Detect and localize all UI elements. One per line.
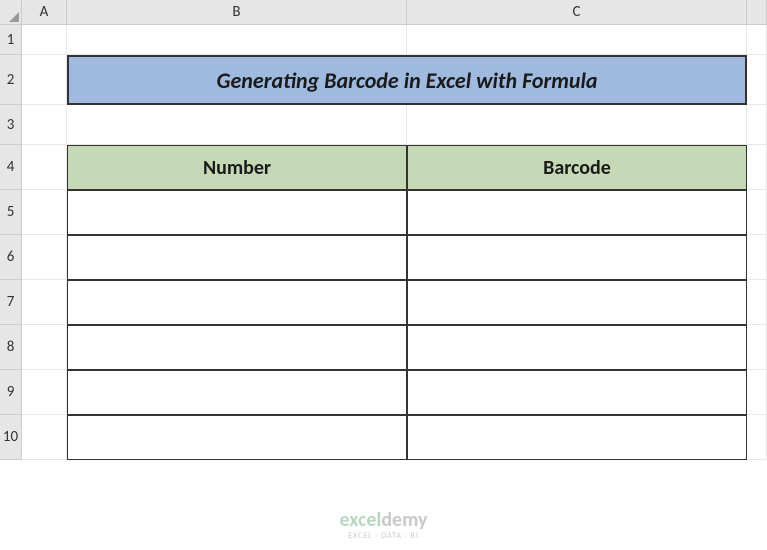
cell-B1[interactable] <box>67 25 407 55</box>
cell-A7[interactable] <box>22 280 67 325</box>
column-header-C[interactable]: C <box>407 0 747 25</box>
row-header-2[interactable]: 2 <box>0 55 22 105</box>
cell-A10[interactable] <box>22 415 67 460</box>
cell-D8[interactable] <box>747 325 767 370</box>
cell-A3[interactable] <box>22 105 67 145</box>
cell-barcode-2[interactable] <box>407 235 747 280</box>
row-header-7[interactable]: 7 <box>0 280 22 325</box>
cell-A1[interactable] <box>22 25 67 55</box>
cell-D1[interactable] <box>747 25 767 55</box>
cell-barcode-4[interactable] <box>407 325 747 370</box>
cell-number-4[interactable] <box>67 325 407 370</box>
cell-barcode-1[interactable] <box>407 190 747 235</box>
cell-A5[interactable] <box>22 190 67 235</box>
cell-number-2[interactable] <box>67 235 407 280</box>
cell-barcode-5[interactable] <box>407 370 747 415</box>
table-header-barcode[interactable]: Barcode <box>407 145 747 190</box>
cell-C3[interactable] <box>407 105 747 145</box>
column-header-A[interactable]: A <box>22 0 67 25</box>
row-header-3[interactable]: 3 <box>0 105 22 145</box>
watermark: exceldemy EXCEL · DATA · BI <box>339 508 427 542</box>
row-header-9[interactable]: 9 <box>0 370 22 415</box>
cell-number-1[interactable] <box>67 190 407 235</box>
cell-D4[interactable] <box>747 145 767 190</box>
watermark-tagline: EXCEL · DATA · BI <box>339 532 427 542</box>
select-all-corner[interactable] <box>0 0 22 25</box>
cell-A4[interactable] <box>22 145 67 190</box>
spreadsheet-grid: A B C 1 2 Generating Barcode in Excel wi… <box>0 0 767 460</box>
cell-D6[interactable] <box>747 235 767 280</box>
row-header-8[interactable]: 8 <box>0 325 22 370</box>
cell-barcode-6[interactable] <box>407 415 747 460</box>
column-header-next[interactable] <box>747 0 767 25</box>
watermark-logo-part1: excel <box>339 508 381 532</box>
cell-number-3[interactable] <box>67 280 407 325</box>
cell-D7[interactable] <box>747 280 767 325</box>
cell-D2[interactable] <box>747 55 767 105</box>
column-header-B[interactable]: B <box>67 0 407 25</box>
table-header-number[interactable]: Number <box>67 145 407 190</box>
cell-D3[interactable] <box>747 105 767 145</box>
cell-D9[interactable] <box>747 370 767 415</box>
cell-B3[interactable] <box>67 105 407 145</box>
row-header-6[interactable]: 6 <box>0 235 22 280</box>
cell-barcode-3[interactable] <box>407 280 747 325</box>
cell-A6[interactable] <box>22 235 67 280</box>
cell-D10[interactable] <box>747 415 767 460</box>
cell-D5[interactable] <box>747 190 767 235</box>
cell-A2[interactable] <box>22 55 67 105</box>
cell-A9[interactable] <box>22 370 67 415</box>
cell-number-6[interactable] <box>67 415 407 460</box>
row-header-5[interactable]: 5 <box>0 190 22 235</box>
cell-C1[interactable] <box>407 25 747 55</box>
watermark-logo-part2: demy <box>381 508 427 532</box>
watermark-logo: exceldemy <box>339 508 427 532</box>
cell-A8[interactable] <box>22 325 67 370</box>
title-merged-cell[interactable]: Generating Barcode in Excel with Formula <box>67 55 747 105</box>
row-header-1[interactable]: 1 <box>0 25 22 55</box>
corner-triangle-icon <box>9 12 19 22</box>
row-header-4[interactable]: 4 <box>0 145 22 190</box>
row-header-10[interactable]: 10 <box>0 415 22 460</box>
cell-number-5[interactable] <box>67 370 407 415</box>
